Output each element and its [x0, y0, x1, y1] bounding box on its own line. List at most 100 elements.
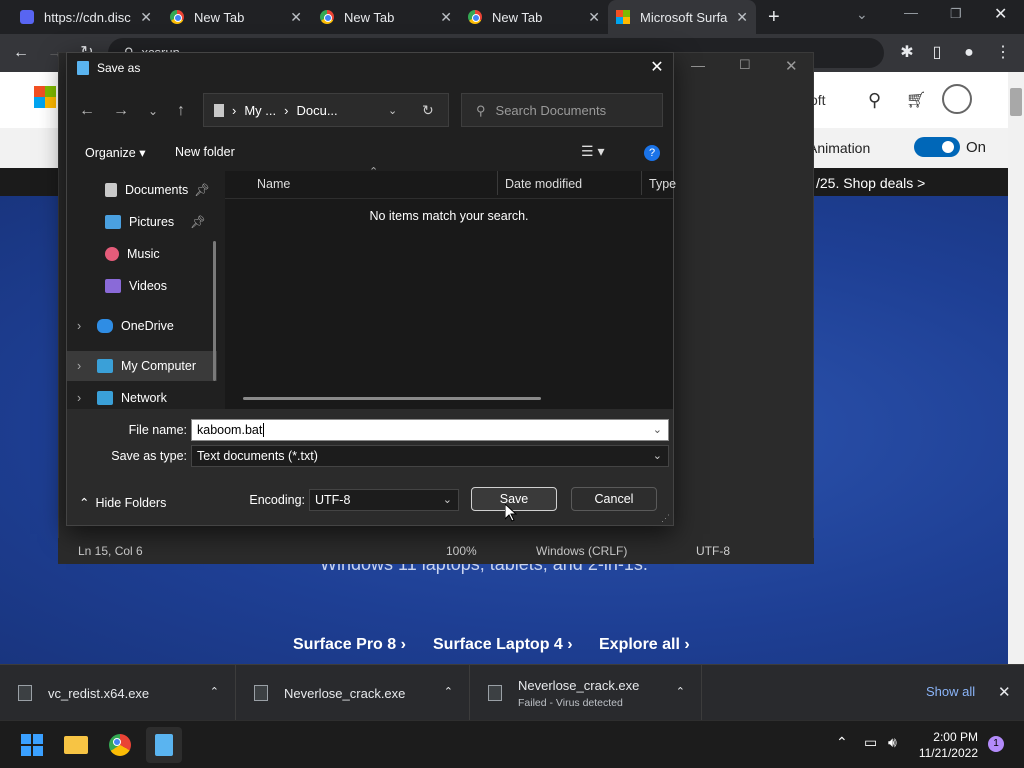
- close-tab-icon[interactable]: ✕: [140, 9, 152, 26]
- windows-logo-icon: [21, 734, 43, 756]
- search-icon[interactable]: ⚲: [868, 90, 881, 111]
- account-icon[interactable]: [942, 84, 972, 114]
- download-item-neverlose-2[interactable]: Neverlose_crack.exe Failed - Virus detec…: [470, 665, 702, 721]
- close-tab-icon[interactable]: ✕: [440, 9, 452, 26]
- network-icon[interactable]: ▭: [864, 734, 877, 751]
- column-name[interactable]: Name: [257, 177, 290, 191]
- forward-icon[interactable]: →: [107, 97, 135, 125]
- chevron-up-icon[interactable]: ⌃: [210, 685, 219, 698]
- organize-button[interactable]: Organize ▾: [85, 145, 146, 160]
- nav-item-music[interactable]: Music: [67, 239, 217, 269]
- chevron-up-icon: ⌃: [79, 496, 90, 510]
- nav-pane-scrollbar[interactable]: [213, 241, 216, 381]
- notepad-maximize-icon[interactable]: ☐: [739, 57, 751, 73]
- extensions-icon[interactable]: ✱: [894, 40, 920, 66]
- show-all-button[interactable]: Show all: [926, 684, 975, 699]
- file-explorer-button[interactable]: [58, 727, 94, 763]
- nav-item-pictures[interactable]: Pictures 📌︎: [67, 207, 217, 237]
- breadcrumb-separator-icon: ›: [232, 102, 237, 118]
- chrome-icon: [170, 10, 184, 24]
- help-icon[interactable]: ?: [644, 145, 660, 161]
- surface-pro-link[interactable]: Surface Pro 8 ›: [293, 636, 406, 654]
- promo-link[interactable]: /25. Shop deals >: [816, 175, 925, 191]
- column-type[interactable]: Type: [649, 177, 676, 191]
- clock-date[interactable]: 11/21/2022: [918, 746, 978, 760]
- resize-grip-icon[interactable]: ⋰: [661, 513, 670, 524]
- recent-locations-chevron-icon[interactable]: ⌄: [139, 97, 167, 125]
- chevron-down-icon[interactable]: ⌄: [653, 449, 662, 462]
- show-hidden-icons-chevron-icon[interactable]: ⌃: [836, 734, 848, 751]
- file-icon: [254, 685, 268, 701]
- column-date-modified[interactable]: Date modified: [505, 177, 582, 191]
- side-panel-icon[interactable]: ▯: [924, 40, 950, 66]
- notepad-minimize-icon[interactable]: —: [691, 57, 705, 73]
- chevron-up-icon[interactable]: ⌃: [676, 685, 685, 698]
- file-list-horizontal-scrollbar[interactable]: [243, 397, 541, 400]
- file-name-label: File name:: [128, 423, 187, 437]
- back-icon[interactable]: ←: [73, 97, 101, 125]
- browser-tab-new-3[interactable]: New Tab ✕: [460, 0, 608, 34]
- notepad-taskbar-button[interactable]: [146, 727, 182, 763]
- close-tab-icon[interactable]: ✕: [588, 9, 600, 26]
- explore-all-link[interactable]: Explore all ›: [599, 636, 690, 654]
- start-button[interactable]: [14, 727, 50, 763]
- surface-laptop-link[interactable]: Surface Laptop 4 ›: [433, 636, 573, 654]
- minimize-icon[interactable]: —: [904, 4, 918, 20]
- save-as-type-select[interactable]: Text documents (*.txt) ⌄: [191, 445, 669, 467]
- column-separator[interactable]: [641, 171, 642, 195]
- up-arrow-icon[interactable]: ↑: [167, 97, 195, 125]
- view-options-icon[interactable]: ☰ ▾: [581, 143, 604, 160]
- page-scrollbar[interactable]: [1008, 72, 1024, 664]
- cancel-button[interactable]: Cancel: [571, 487, 657, 511]
- animation-toggle[interactable]: [914, 137, 960, 157]
- download-name: Neverlose_crack.exe: [518, 677, 640, 693]
- notification-badge[interactable]: 1: [988, 736, 1004, 752]
- back-arrow-icon[interactable]: ←: [8, 40, 34, 66]
- profile-icon[interactable]: ●: [956, 40, 982, 66]
- tab-search-chevron-icon[interactable]: ⌄: [856, 6, 868, 23]
- file-name-input[interactable]: kaboom.bat ⌄: [191, 419, 669, 441]
- refresh-icon[interactable]: ↻: [422, 102, 434, 119]
- browser-tab-new-2[interactable]: New Tab ✕: [312, 0, 460, 34]
- browser-tab-discord[interactable]: https://cdn.disc ✕: [12, 0, 160, 34]
- address-breadcrumb[interactable]: › My ... › Docu... ⌄ ↻: [203, 93, 449, 127]
- search-documents-input[interactable]: ⚲ Search Documents: [461, 93, 663, 127]
- clock-time[interactable]: 2:00 PM: [920, 730, 978, 744]
- address-dropdown-icon[interactable]: ⌄: [388, 104, 397, 117]
- encoding-select[interactable]: UTF-8 ⌄: [309, 489, 459, 511]
- nav-item-my-computer[interactable]: › My Computer: [67, 351, 217, 381]
- column-separator[interactable]: [497, 171, 498, 195]
- breadcrumb-my-computer[interactable]: My ...: [244, 103, 276, 118]
- browser-tab-microsoft[interactable]: Microsoft Surfa ✕: [608, 0, 756, 34]
- breadcrumb-documents[interactable]: Docu...: [296, 103, 337, 118]
- computer-icon: [97, 359, 113, 373]
- close-tab-icon[interactable]: ✕: [290, 9, 302, 26]
- chevron-down-icon[interactable]: ⌄: [443, 493, 452, 506]
- folder-icon: [64, 736, 88, 754]
- new-tab-button[interactable]: +: [768, 6, 780, 29]
- chevron-up-icon[interactable]: ⌃: [444, 685, 453, 698]
- browser-tab-new-1[interactable]: New Tab ✕: [162, 0, 310, 34]
- chrome-taskbar-button[interactable]: [102, 727, 138, 763]
- chevron-down-icon[interactable]: ⌄: [653, 423, 662, 436]
- cart-icon[interactable]: 🛒︎: [906, 90, 926, 110]
- nav-item-network[interactable]: › Network: [67, 391, 217, 409]
- nav-item-documents[interactable]: Documents 📌︎: [67, 175, 217, 205]
- animation-label: Animation: [808, 140, 871, 156]
- volume-icon[interactable]: 🔊︎: [888, 734, 897, 751]
- nav-item-videos[interactable]: Videos: [67, 271, 217, 301]
- notepad-close-icon[interactable]: ✕: [785, 57, 798, 75]
- close-downloads-icon[interactable]: ✕: [998, 683, 1011, 701]
- dialog-close-icon[interactable]: ✕: [641, 53, 673, 83]
- close-tab-icon[interactable]: ✕: [736, 9, 748, 26]
- nav-item-onedrive[interactable]: › OneDrive: [67, 311, 217, 341]
- download-item-neverlose-1[interactable]: Neverlose_crack.exe ⌃: [236, 665, 470, 721]
- page-scrollbar-thumb[interactable]: [1010, 88, 1022, 116]
- search-icon: ⚲: [476, 103, 486, 118]
- new-folder-button[interactable]: New folder: [175, 145, 235, 159]
- download-item-vc-redist[interactable]: vc_redist.x64.exe ⌃: [0, 665, 236, 721]
- restore-icon[interactable]: ❐: [950, 6, 962, 22]
- browser-close-icon[interactable]: ✕: [994, 4, 1007, 24]
- hide-folders-button[interactable]: ⌃ Hide Folders: [79, 495, 166, 510]
- menu-icon[interactable]: ⋮: [990, 40, 1016, 66]
